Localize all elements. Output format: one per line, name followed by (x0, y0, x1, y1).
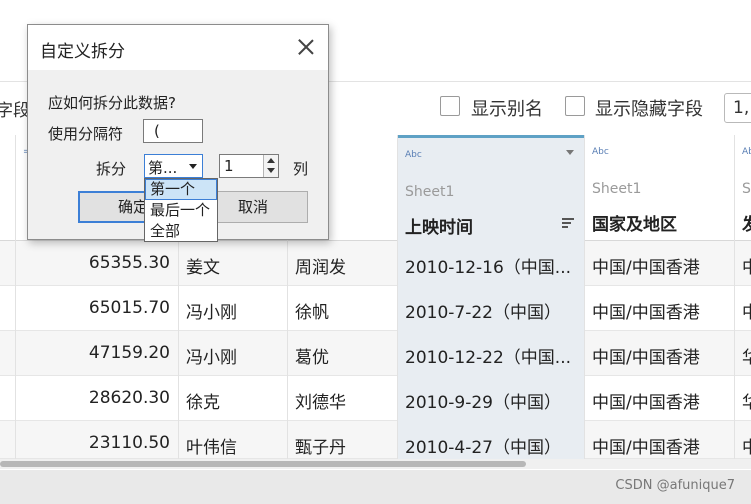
stepper-buttons (263, 155, 278, 177)
cell-actor: 甄子丹 (295, 438, 346, 458)
show-hidden-label: 显示隐藏字段 (595, 99, 703, 120)
column-source: Sheet1 (405, 184, 455, 200)
column-count-value: 1 (224, 157, 234, 175)
column-count-stepper[interactable]: 1 (219, 154, 279, 178)
split-mode-dropdown: 第一个 最后一个 全部 (144, 178, 218, 242)
chevron-down-icon (189, 164, 197, 169)
field-label: 字段 (0, 101, 30, 121)
show-alias-label: 显示别名 (471, 99, 543, 120)
column-unit-label: 列 (293, 160, 309, 178)
dropdown-option-all[interactable]: 全部 (145, 221, 217, 242)
split-mode-value: 第... (148, 159, 178, 177)
cell-region: 中国/中国香港 (592, 393, 700, 413)
cell-director: 徐克 (186, 393, 220, 413)
stepper-up-icon[interactable] (267, 158, 275, 163)
cell-director: 叶伟信 (186, 438, 237, 458)
column-name: 国家及地区 (592, 215, 677, 235)
cell-extra: 中 (742, 438, 751, 458)
show-hidden-checkbox[interactable] (565, 96, 585, 116)
cell-actor: 刘德华 (295, 393, 346, 413)
dropdown-option-last[interactable]: 最后一个 (145, 200, 217, 221)
cell-director: 冯小刚 (186, 348, 237, 368)
cell-date: 2010-4-27（中国） (405, 438, 561, 458)
cell-actor: 徐帆 (295, 303, 329, 323)
separator-label: 使用分隔符 (48, 125, 124, 143)
column-header-release-date[interactable]: Abc Sheet1 上映时间 (397, 135, 584, 241)
column-type-icon: Abc (405, 150, 422, 160)
column-header-region[interactable]: Abc Sheet1 国家及地区 (584, 135, 734, 241)
cell-value: 28620.30 (88, 388, 170, 408)
cell-date: 2010-12-16（中国... (405, 258, 572, 278)
cell-region: 中国/中国香港 (592, 303, 700, 323)
cell-value: 23110.50 (88, 433, 170, 453)
scrollbar-thumb[interactable] (0, 461, 526, 467)
cell-value: 65015.70 (88, 298, 170, 318)
cell-director: 冯小刚 (186, 303, 237, 323)
column-divider (15, 135, 16, 465)
column-name: 发 (742, 215, 751, 235)
dialog-title: 自定义拆分 (40, 42, 125, 62)
sort-icon[interactable] (562, 218, 574, 230)
cell-value: 65355.30 (88, 253, 170, 273)
column-source: Sheet1 (592, 181, 642, 197)
cell-extra: 华 (742, 393, 751, 413)
column-header-next[interactable]: Abc S 发 (734, 135, 751, 241)
cell-date: 2010-7-22（中国） (405, 303, 561, 323)
column-type-icon: Abc (742, 147, 751, 157)
cell-region: 中国/中国香港 (592, 258, 700, 278)
cell-value: 47159.20 (88, 343, 170, 363)
cell-date: 2010-9-29（中国） (405, 393, 561, 413)
chevron-down-icon[interactable] (566, 150, 574, 155)
cell-extra: 中 (742, 303, 751, 323)
split-question: 应如何拆分此数据? (48, 94, 176, 112)
cell-region: 中国/中国香港 (592, 348, 700, 368)
cell-extra: 华 (742, 348, 751, 368)
column-divider (734, 135, 735, 465)
show-alias-checkbox[interactable] (440, 96, 460, 116)
cell-date: 2010-12-22（中国... (405, 348, 572, 368)
column-source: S (742, 181, 751, 197)
separator-input[interactable]: ( (143, 119, 203, 143)
column-divider (584, 135, 585, 465)
column-divider (397, 135, 398, 465)
column-name: 上映时间 (405, 218, 473, 238)
split-label: 拆分 (96, 160, 127, 178)
watermark: CSDN @afunique7 (615, 478, 735, 493)
column-type-icon: Abc (592, 147, 609, 157)
dropdown-option-first[interactable]: 第一个 (145, 179, 217, 200)
stepper-down-icon[interactable] (267, 168, 275, 173)
dialog-titlebar: 自定义拆分 (28, 25, 328, 70)
cell-extra: 中 (742, 258, 751, 278)
cell-director: 姜文 (186, 258, 220, 278)
close-icon[interactable] (296, 37, 316, 57)
rows-input[interactable]: 1, (724, 93, 751, 123)
cell-region: 中国/中国香港 (592, 438, 700, 458)
split-mode-select[interactable]: 第... (144, 154, 203, 178)
cell-actor: 周润发 (295, 258, 346, 278)
cell-actor: 葛优 (295, 348, 329, 368)
